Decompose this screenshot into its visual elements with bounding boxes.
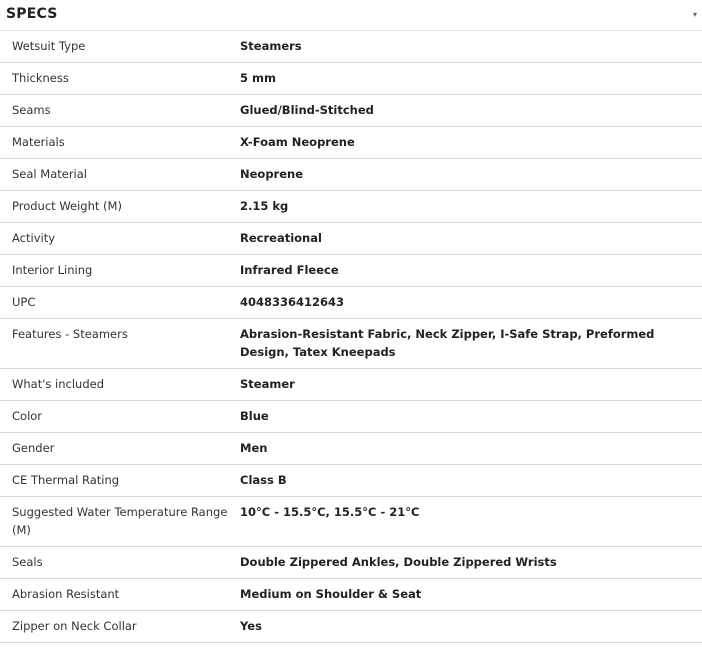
spec-label: Zipper on Neck Collar — [0, 610, 240, 643]
spec-value: Class B — [240, 464, 702, 497]
spec-value: 5 mm — [240, 62, 702, 95]
specs-header[interactable]: SPECS ▾ — [0, 0, 702, 30]
table-row: What's included Steamer — [0, 368, 702, 401]
table-row: Activity Recreational — [0, 222, 702, 255]
spec-label: Suggested Water Temperature Range (M) — [0, 496, 240, 547]
table-row: Product Weight (M) 2.15 kg — [0, 190, 702, 223]
table-row: CE Thermal Rating Class B — [0, 464, 702, 497]
spec-label: What's included — [0, 368, 240, 401]
spec-label: Gender — [0, 432, 240, 465]
table-row: Features - Steamers Abrasion-Resistant F… — [0, 318, 702, 369]
spec-value: Double Zippered Ankles, Double Zippered … — [240, 546, 702, 579]
spec-value: Men — [240, 432, 702, 465]
spec-label: Materials — [0, 126, 240, 159]
table-row: Seams Glued/Blind-Stitched — [0, 94, 702, 127]
spec-label: Wetsuit Type — [0, 30, 240, 63]
specs-table: Wetsuit Type Steamers Thickness 5 mm Sea… — [0, 30, 702, 643]
spec-value: Glued/Blind-Stitched — [240, 94, 702, 127]
table-row: Abrasion Resistant Medium on Shoulder & … — [0, 578, 702, 611]
spec-label: Activity — [0, 222, 240, 255]
spec-label: Interior Lining — [0, 254, 240, 287]
spec-value: Steamers — [240, 30, 702, 63]
spec-label: Seal Material — [0, 158, 240, 191]
table-row: Seals Double Zippered Ankles, Double Zip… — [0, 546, 702, 579]
table-row: Materials X-Foam Neoprene — [0, 126, 702, 159]
spec-label: Seams — [0, 94, 240, 127]
spec-value: Yes — [240, 610, 702, 643]
table-row: Suggested Water Temperature Range (M) 10… — [0, 496, 702, 547]
specs-section: SPECS ▾ Wetsuit Type Steamers Thickness … — [0, 0, 702, 643]
table-row: Gender Men — [0, 432, 702, 465]
spec-label: Features - Steamers — [0, 318, 240, 369]
spec-label: Product Weight (M) — [0, 190, 240, 223]
spec-label: Thickness — [0, 62, 240, 95]
spec-value: Abrasion-Resistant Fabric, Neck Zipper, … — [240, 318, 702, 369]
table-row: Thickness 5 mm — [0, 62, 702, 95]
specs-title: SPECS — [6, 6, 58, 22]
spec-label: Color — [0, 400, 240, 433]
spec-value: Recreational — [240, 222, 702, 255]
spec-value: Steamer — [240, 368, 702, 401]
table-row: Zipper on Neck Collar Yes — [0, 610, 702, 643]
spec-value: X-Foam Neoprene — [240, 126, 702, 159]
table-row: Seal Material Neoprene — [0, 158, 702, 191]
spec-value: Infrared Fleece — [240, 254, 702, 287]
spec-label: UPC — [0, 286, 240, 319]
table-row: UPC 4048336412643 — [0, 286, 702, 319]
spec-label: CE Thermal Rating — [0, 464, 240, 497]
spec-value: Medium on Shoulder & Seat — [240, 578, 702, 611]
table-row: Color Blue — [0, 400, 702, 433]
spec-value: Neoprene — [240, 158, 702, 191]
spec-value: 2.15 kg — [240, 190, 702, 223]
spec-value: Blue — [240, 400, 702, 433]
spec-value: 10°C - 15.5°C, 15.5°C - 21°C — [240, 496, 702, 547]
spec-label: Abrasion Resistant — [0, 578, 240, 611]
table-row: Interior Lining Infrared Fleece — [0, 254, 702, 287]
spec-label: Seals — [0, 546, 240, 579]
spec-value: 4048336412643 — [240, 286, 702, 319]
chevron-collapse-icon[interactable]: ▾ — [690, 10, 700, 19]
table-row: Wetsuit Type Steamers — [0, 30, 702, 63]
